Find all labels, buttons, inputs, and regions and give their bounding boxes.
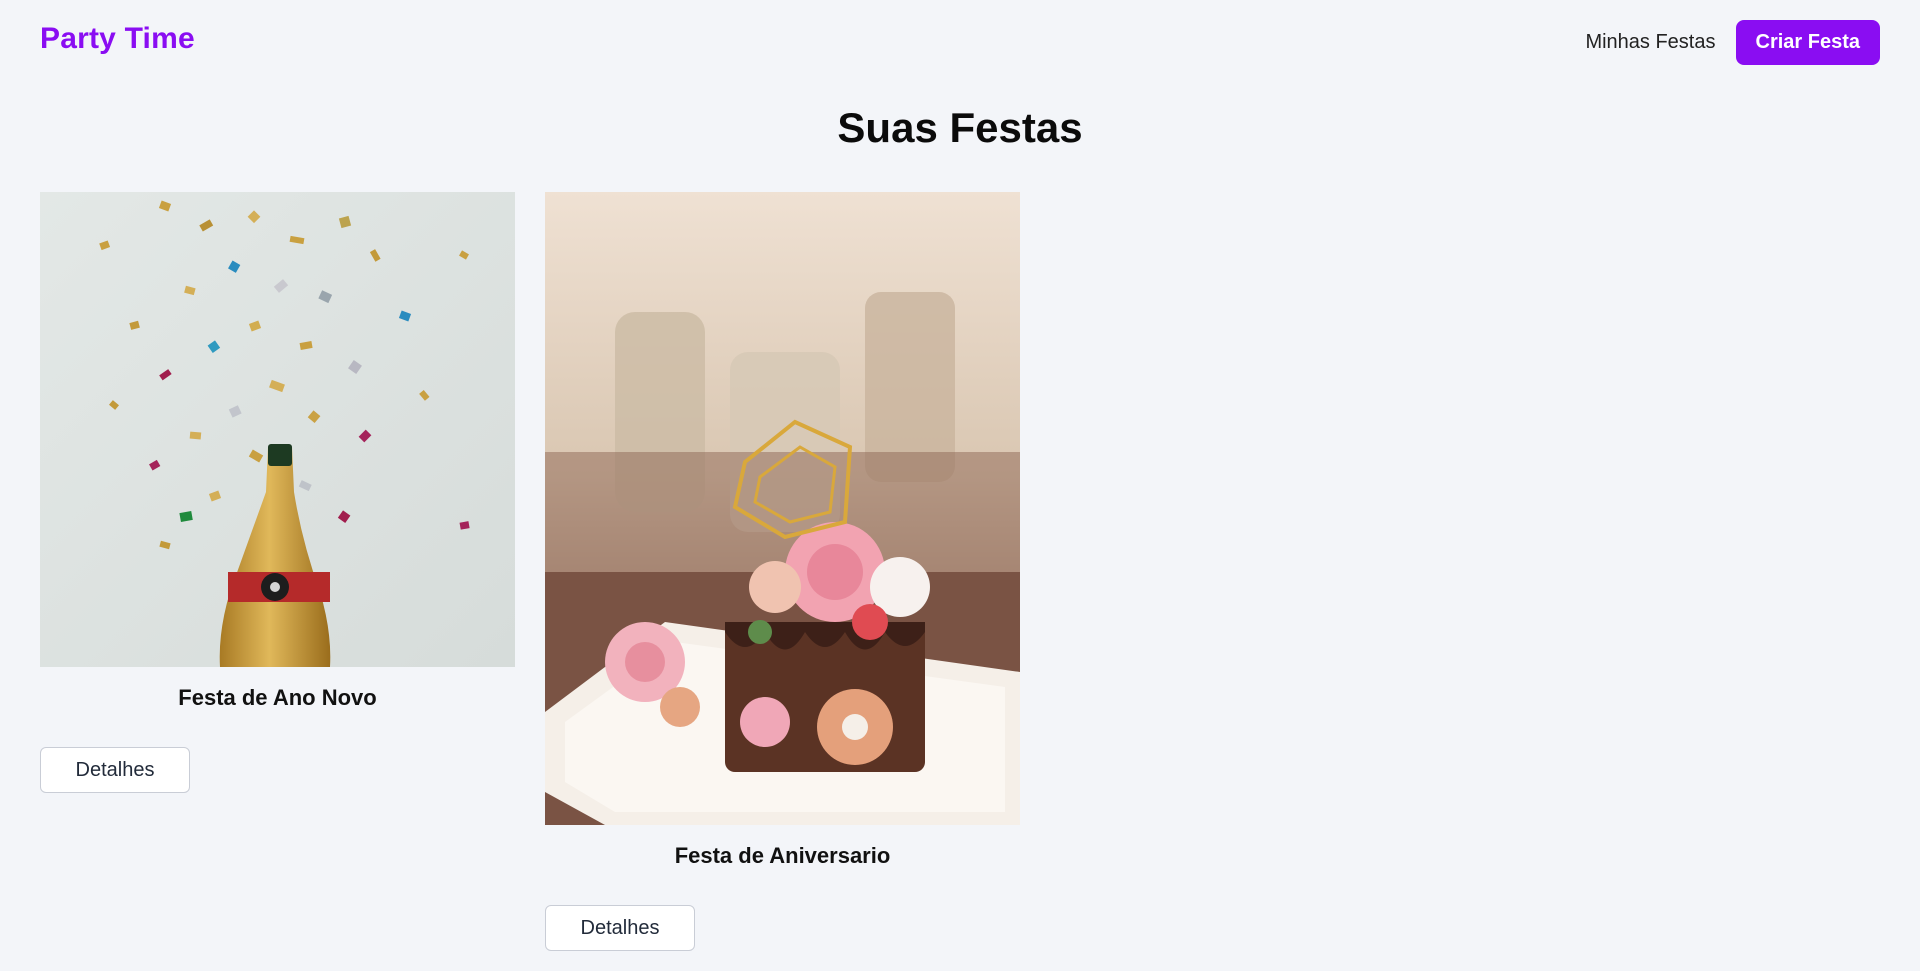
my-parties-link[interactable]: Minhas Festas [1585,31,1715,54]
party-image-champagne [40,192,515,667]
party-card: Festa de Ano Novo Detalhes [40,192,515,793]
navbar: Party Time Minhas Festas Criar Festa [0,0,1920,84]
details-button[interactable]: Detalhes [40,747,190,793]
nav-actions: Minhas Festas Criar Festa [1585,20,1880,65]
party-card: Festa de Aniversario Detalhes [545,192,1020,951]
create-party-button[interactable]: Criar Festa [1735,20,1880,65]
brand-logo[interactable]: Party Time [40,22,195,56]
party-name: Festa de Aniversario [674,843,891,868]
party-name: Festa de Ano Novo [178,685,377,710]
party-image-birthday-cake [545,192,1020,825]
details-button[interactable]: Detalhes [545,905,695,951]
page-title: Suas Festas [837,104,1083,151]
